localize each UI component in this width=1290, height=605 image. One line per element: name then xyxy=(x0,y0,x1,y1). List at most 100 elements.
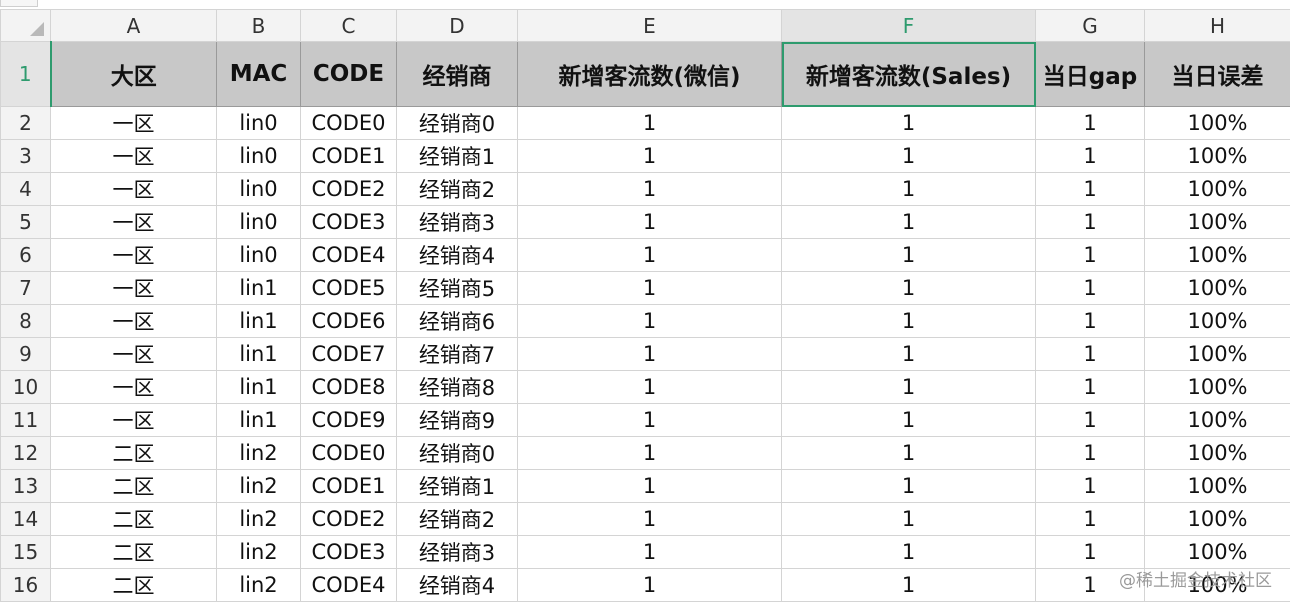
cell-wechat-traffic[interactable]: 1 xyxy=(517,403,782,437)
cell-sales-traffic[interactable]: 1 xyxy=(781,337,1036,371)
row-header[interactable]: 2 xyxy=(0,106,51,140)
row-header[interactable]: 7 xyxy=(0,271,51,305)
row-header[interactable]: 4 xyxy=(0,172,51,206)
cell-daily-gap[interactable]: 1 xyxy=(1035,172,1145,206)
row-header[interactable]: 1 xyxy=(0,41,52,107)
header-cell-code[interactable]: CODE xyxy=(300,41,397,107)
cell-wechat-traffic[interactable]: 1 xyxy=(517,304,782,338)
cell-sales-traffic[interactable]: 1 xyxy=(781,172,1036,206)
cell-daily-gap[interactable]: 1 xyxy=(1035,370,1145,404)
cell-dealer[interactable]: 经销商3 xyxy=(396,205,518,239)
row-header[interactable]: 5 xyxy=(0,205,51,239)
select-all-corner[interactable] xyxy=(0,9,51,42)
row-header[interactable]: 6 xyxy=(0,238,51,272)
cell-mac[interactable]: lin0 xyxy=(216,238,301,272)
cell-sales-traffic[interactable]: 1 xyxy=(781,238,1036,272)
cell-region[interactable]: 二区 xyxy=(50,436,217,470)
cell-region[interactable]: 二区 xyxy=(50,568,217,602)
cell-region[interactable]: 一区 xyxy=(50,337,217,371)
column-header-b[interactable]: B xyxy=(216,9,301,42)
cell-mac[interactable]: lin1 xyxy=(216,337,301,371)
column-header-d[interactable]: D xyxy=(396,9,518,42)
row-header[interactable]: 15 xyxy=(0,535,51,569)
cell-daily-gap[interactable]: 1 xyxy=(1035,271,1145,305)
cell-region[interactable]: 一区 xyxy=(50,304,217,338)
cell-mac[interactable]: lin0 xyxy=(216,172,301,206)
header-cell-sales-traffic[interactable]: 新增客流数(Sales) xyxy=(781,41,1036,107)
cell-daily-error[interactable]: 100% xyxy=(1144,337,1290,371)
cell-mac[interactable]: lin0 xyxy=(216,106,301,140)
cell-daily-gap[interactable]: 1 xyxy=(1035,304,1145,338)
cell-wechat-traffic[interactable]: 1 xyxy=(517,172,782,206)
cell-daily-error[interactable]: 100% xyxy=(1144,106,1290,140)
cell-daily-error[interactable]: 100% xyxy=(1144,238,1290,272)
cell-dealer[interactable]: 经销商3 xyxy=(396,535,518,569)
cell-mac[interactable]: lin2 xyxy=(216,568,301,602)
cell-daily-error[interactable]: 100% xyxy=(1144,172,1290,206)
cell-daily-gap[interactable]: 1 xyxy=(1035,139,1145,173)
cell-daily-gap[interactable]: 1 xyxy=(1035,106,1145,140)
row-header[interactable]: 16 xyxy=(0,568,51,602)
cell-mac[interactable]: lin1 xyxy=(216,370,301,404)
cell-wechat-traffic[interactable]: 1 xyxy=(517,139,782,173)
cell-mac[interactable]: lin2 xyxy=(216,436,301,470)
cell-daily-gap[interactable]: 1 xyxy=(1035,502,1145,536)
cell-region[interactable]: 一区 xyxy=(50,370,217,404)
cell-region[interactable]: 一区 xyxy=(50,139,217,173)
cell-daily-error[interactable]: 100% xyxy=(1144,403,1290,437)
cell-dealer[interactable]: 经销商4 xyxy=(396,568,518,602)
cell-mac[interactable]: lin1 xyxy=(216,403,301,437)
cell-wechat-traffic[interactable]: 1 xyxy=(517,106,782,140)
row-header[interactable]: 8 xyxy=(0,304,51,338)
cell-daily-gap[interactable]: 1 xyxy=(1035,469,1145,503)
name-box-edge[interactable] xyxy=(0,0,38,7)
header-cell-daily-gap[interactable]: 当日gap xyxy=(1035,41,1145,107)
cell-dealer[interactable]: 经销商5 xyxy=(396,271,518,305)
cell-region[interactable]: 一区 xyxy=(50,106,217,140)
header-cell-region[interactable]: 大区 xyxy=(50,41,217,107)
row-header[interactable]: 12 xyxy=(0,436,51,470)
cell-daily-error[interactable]: 100% xyxy=(1144,535,1290,569)
cell-sales-traffic[interactable]: 1 xyxy=(781,502,1036,536)
column-header-a[interactable]: A xyxy=(50,9,217,42)
cell-code[interactable]: CODE4 xyxy=(300,238,397,272)
cell-wechat-traffic[interactable]: 1 xyxy=(517,370,782,404)
cell-code[interactable]: CODE0 xyxy=(300,436,397,470)
cell-wechat-traffic[interactable]: 1 xyxy=(517,205,782,239)
cell-code[interactable]: CODE3 xyxy=(300,205,397,239)
column-header-h[interactable]: H xyxy=(1144,9,1290,42)
cell-dealer[interactable]: 经销商4 xyxy=(396,238,518,272)
cell-code[interactable]: CODE2 xyxy=(300,172,397,206)
cell-wechat-traffic[interactable]: 1 xyxy=(517,469,782,503)
cell-dealer[interactable]: 经销商7 xyxy=(396,337,518,371)
cell-dealer[interactable]: 经销商8 xyxy=(396,370,518,404)
cell-daily-error[interactable]: 100% xyxy=(1144,139,1290,173)
cell-dealer[interactable]: 经销商2 xyxy=(396,502,518,536)
cell-mac[interactable]: lin1 xyxy=(216,271,301,305)
cell-code[interactable]: CODE9 xyxy=(300,403,397,437)
cell-code[interactable]: CODE4 xyxy=(300,568,397,602)
cell-daily-gap[interactable]: 1 xyxy=(1035,337,1145,371)
cell-code[interactable]: CODE2 xyxy=(300,502,397,536)
column-header-c[interactable]: C xyxy=(300,9,397,42)
cell-code[interactable]: CODE8 xyxy=(300,370,397,404)
cell-code[interactable]: CODE1 xyxy=(300,469,397,503)
cell-region[interactable]: 一区 xyxy=(50,205,217,239)
header-cell-dealer[interactable]: 经销商 xyxy=(396,41,518,107)
cell-wechat-traffic[interactable]: 1 xyxy=(517,337,782,371)
cell-daily-gap[interactable]: 1 xyxy=(1035,238,1145,272)
cell-sales-traffic[interactable]: 1 xyxy=(781,205,1036,239)
column-header-e[interactable]: E xyxy=(517,9,782,42)
cell-mac[interactable]: lin2 xyxy=(216,502,301,536)
cell-sales-traffic[interactable]: 1 xyxy=(781,304,1036,338)
cell-code[interactable]: CODE3 xyxy=(300,535,397,569)
cell-daily-gap[interactable]: 1 xyxy=(1035,403,1145,437)
cell-wechat-traffic[interactable]: 1 xyxy=(517,271,782,305)
cell-mac[interactable]: lin0 xyxy=(216,205,301,239)
cell-daily-gap[interactable]: 1 xyxy=(1035,436,1145,470)
cell-dealer[interactable]: 经销商1 xyxy=(396,139,518,173)
cell-region[interactable]: 一区 xyxy=(50,403,217,437)
column-header-f[interactable]: F xyxy=(781,9,1036,42)
cell-code[interactable]: CODE1 xyxy=(300,139,397,173)
cell-wechat-traffic[interactable]: 1 xyxy=(517,238,782,272)
